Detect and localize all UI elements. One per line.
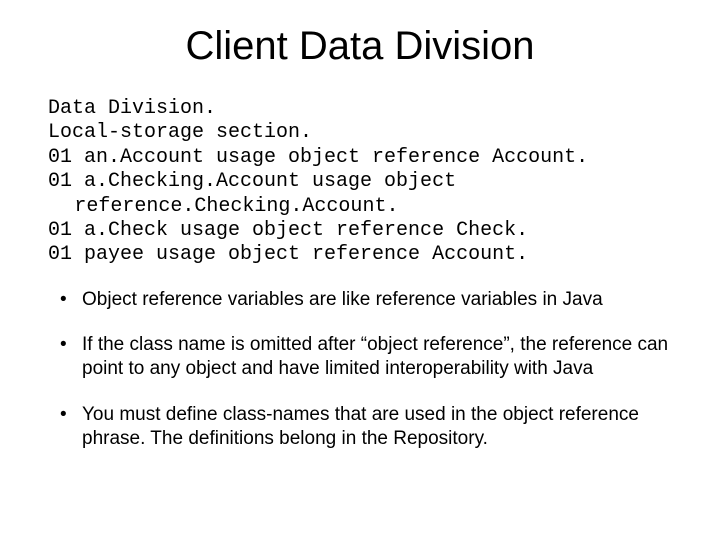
slide: Client Data Division Data Division. Loca… [0,0,720,540]
code-line-4-cont: reference.Checking.Account. [48,195,672,219]
code-line-5: 01 a.Check usage object reference Check. [48,219,528,242]
code-line-2: Local-storage section. [48,121,312,144]
code-line-4: 01 a.Checking.Account usage object [48,170,456,193]
code-block: Data Division. Local-storage section. 01… [48,97,672,268]
page-title: Client Data Division [48,24,672,69]
bullet-item-2: If the class name is omitted after “obje… [58,333,672,381]
bullet-item-1: Object reference variables are like refe… [58,288,672,312]
code-line-1: Data Division. [48,97,216,120]
bullet-item-3: You must define class-names that are use… [58,403,672,451]
bullet-list: Object reference variables are like refe… [48,288,672,451]
code-line-3: 01 an.Account usage object reference Acc… [48,146,588,169]
code-line-6: 01 payee usage object reference Account. [48,243,528,266]
